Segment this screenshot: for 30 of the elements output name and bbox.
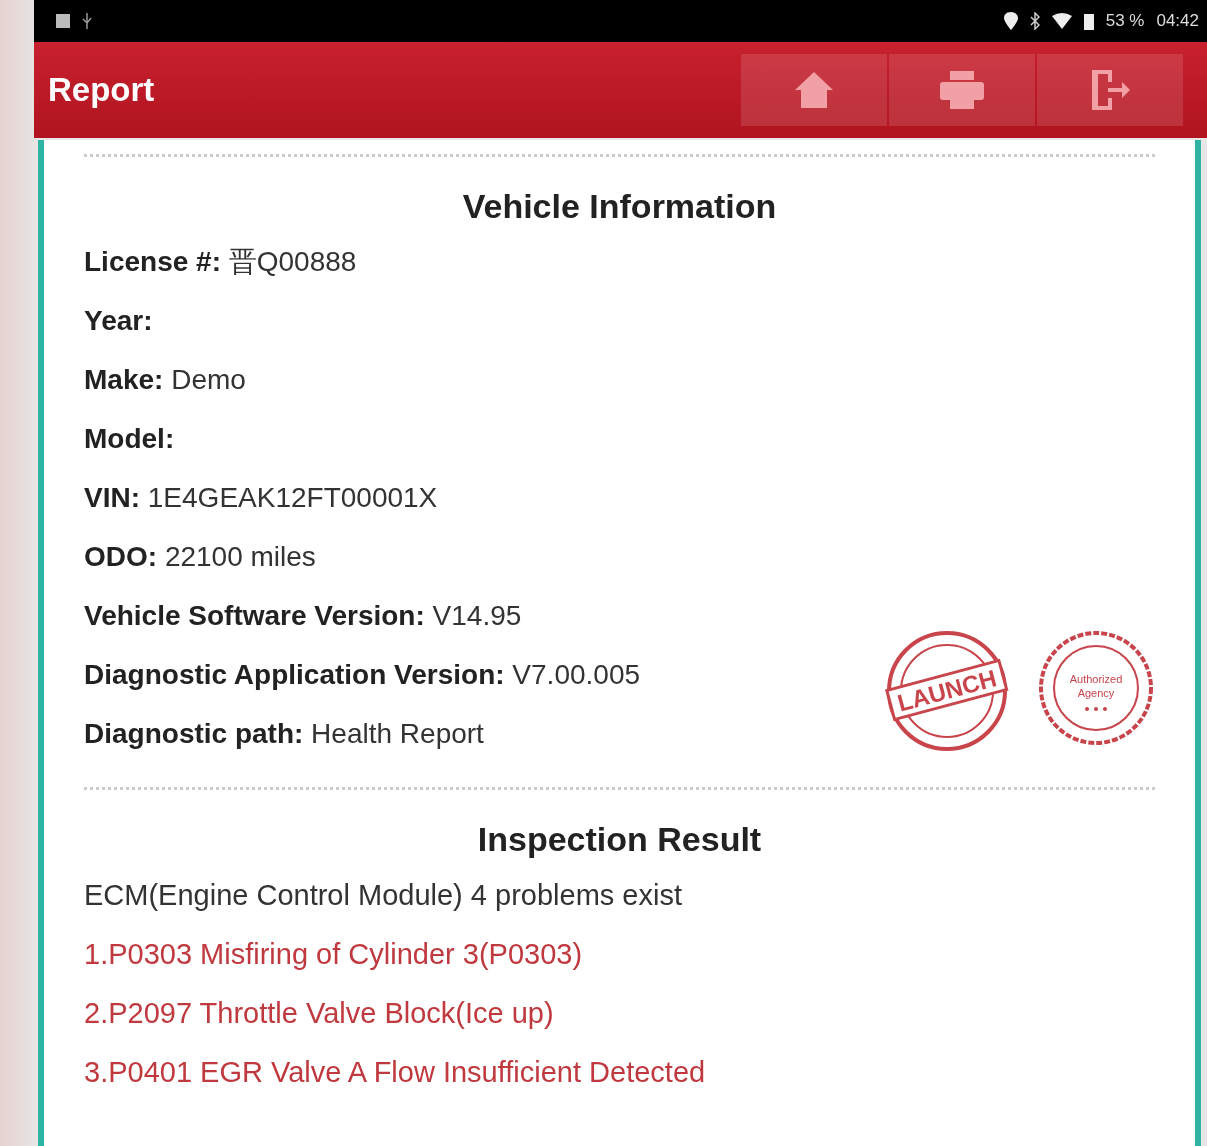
battery-icon [1083, 12, 1094, 30]
exit-button[interactable] [1037, 54, 1183, 126]
print-button[interactable] [889, 54, 1035, 126]
printer-icon [939, 70, 985, 110]
usb-icon [82, 13, 92, 29]
info-line: Make: Demo [84, 363, 247, 397]
battery-percent: 53 % [1105, 11, 1145, 31]
info-line: Model: [84, 422, 176, 456]
fault-line: 2.P2097 Throttle Valve Block(Ice up) [84, 996, 555, 1031]
fault-line: 1.P0303 Misfiring of Cylinder 3(P0303) [84, 937, 584, 972]
bluetooth-icon [1029, 12, 1040, 30]
info-line: VIN: 1E4GEAK12FT00001X [84, 481, 439, 515]
wifi-icon [1051, 13, 1072, 29]
info-line: ODO: 22100 miles [84, 540, 317, 574]
image-icon [56, 14, 70, 28]
fault-line: 3.P0401 EGR Valve A Flow Insufficient Detected [84, 1055, 707, 1090]
info-line: License #: 晋Q00888 [84, 245, 358, 279]
clock-time: 04:42 [1156, 11, 1199, 31]
info-line: Diagnostic path: Health Report [84, 717, 485, 751]
section-title: Inspection Result [476, 820, 763, 859]
stamp-drawing: Authorized Agency [1037, 629, 1155, 747]
home-icon [793, 70, 835, 110]
summary-line: ECM(Engine Control Module) 4 problems exist [84, 878, 683, 913]
home-button[interactable] [741, 54, 887, 126]
page-title: Report [48, 71, 156, 109]
info-line: Year: [84, 304, 154, 338]
location-icon [1003, 12, 1018, 30]
info-line: Vehicle Software Version: V14.95 [84, 599, 523, 633]
section-title: Vehicle Information [461, 187, 778, 226]
info-line: Diagnostic Application Version: V7.00.005 [84, 658, 642, 692]
